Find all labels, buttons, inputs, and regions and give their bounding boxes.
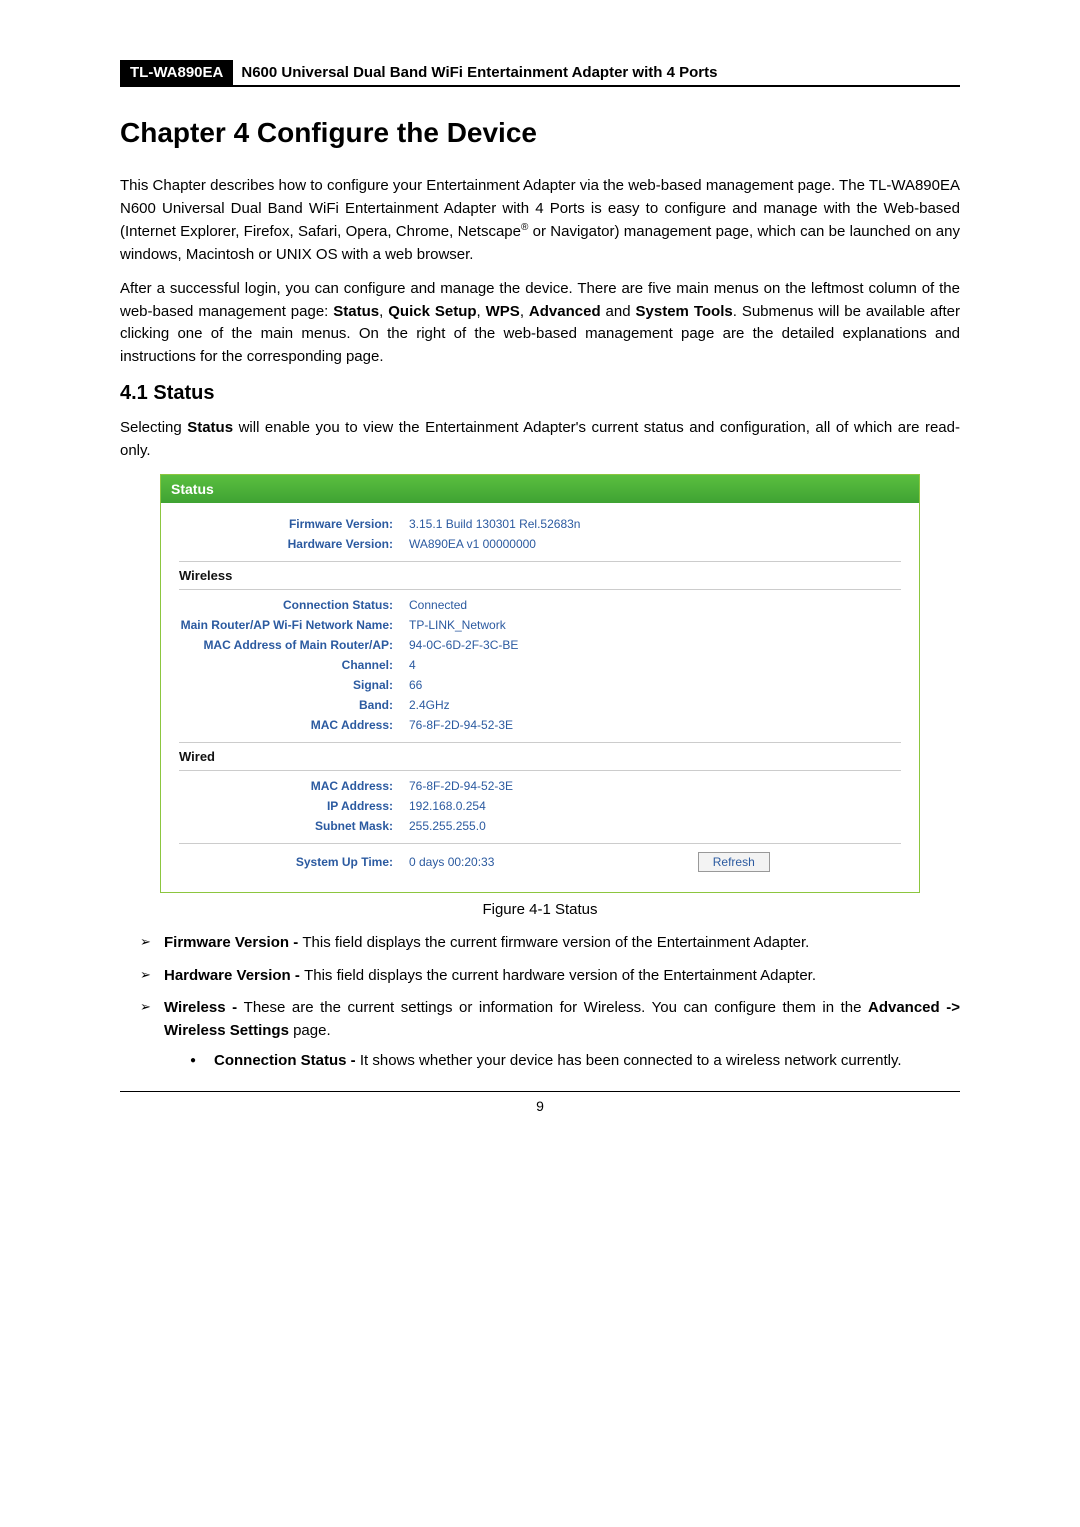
row-hardware: Hardware Version: WA890EA v1 00000000 (179, 537, 901, 551)
hardware-rest: This field displays the current hardware… (304, 967, 816, 984)
bullet-list: Firmware Version - This field displays t… (120, 932, 960, 1073)
ip-value: 192.168.0.254 (409, 799, 901, 813)
conn-label: Connection Status: (179, 598, 409, 612)
uptime-text: 0 days 00:20:33 (409, 855, 494, 869)
row-wired-mac: MAC Address: 76-8F-2D-94-52-3E (179, 779, 901, 793)
wireless-subhead: Wireless (179, 561, 901, 590)
row-mask: Subnet Mask: 255.255.255.0 (179, 819, 901, 833)
firmware-label: Firmware Version: (179, 517, 409, 531)
chan-label: Channel: (179, 658, 409, 672)
wmac-label: MAC Address: (179, 779, 409, 793)
header-title: N600 Universal Dual Band WiFi Entertainm… (233, 60, 717, 83)
status-panel-title: Status (161, 475, 919, 503)
hardware-bold: Hardware Version - (164, 967, 304, 984)
section-title: 4.1 Status (120, 382, 960, 405)
mac-value: 76-8F-2D-94-52-3E (409, 718, 901, 732)
hardware-label: Hardware Version: (179, 537, 409, 551)
status-panel: Status Firmware Version: 3.15.1 Build 13… (160, 474, 920, 893)
bullet-wireless: Wireless - These are the current setting… (140, 997, 960, 1073)
sub-bullet-conn: Connection Status - It shows whether you… (190, 1050, 960, 1073)
chapter-title: Chapter 4 Configure the Device (120, 117, 960, 149)
macap-label: MAC Address of Main Router/AP: (179, 638, 409, 652)
band-label: Band: (179, 698, 409, 712)
status-panel-body: Firmware Version: 3.15.1 Build 130301 Re… (161, 503, 919, 892)
mask-value: 255.255.255.0 (409, 819, 901, 833)
ip-label: IP Address: (179, 799, 409, 813)
uptime-value: 0 days 00:20:33 Refresh (409, 852, 901, 872)
signal-label: Signal: (179, 678, 409, 692)
band-value: 2.4GHz (409, 698, 901, 712)
page-header: TL-WA890EA N600 Universal Dual Band WiFi… (120, 60, 960, 87)
mainap-label: Main Router/AP Wi-Fi Network Name: (179, 618, 409, 632)
row-signal: Signal: 66 (179, 678, 901, 692)
row-ip: IP Address: 192.168.0.254 (179, 799, 901, 813)
conn-bold: Connection Status - (214, 1052, 360, 1069)
row-mac: MAC Address: 76-8F-2D-94-52-3E (179, 718, 901, 732)
refresh-button[interactable]: Refresh (698, 852, 770, 872)
sub-bullet-list: Connection Status - It shows whether you… (164, 1050, 960, 1073)
bullet-hardware: Hardware Version - This field displays t… (140, 965, 960, 988)
firmware-rest: This field displays the current firmware… (302, 934, 809, 951)
conn-rest: It shows whether your device has been co… (360, 1052, 902, 1069)
mac-label: MAC Address: (179, 718, 409, 732)
wmac-value: 76-8F-2D-94-52-3E (409, 779, 901, 793)
chapter-para-1: This Chapter describes how to configure … (120, 175, 960, 266)
wireless-bold: Wireless - (164, 999, 244, 1016)
hardware-value: WA890EA v1 00000000 (409, 537, 901, 551)
firmware-bold: Firmware Version - (164, 934, 302, 951)
page-number: 9 (120, 1091, 960, 1114)
row-uptime: System Up Time: 0 days 00:20:33 Refresh (179, 852, 901, 872)
mainap-value: TP-LINK_Network (409, 618, 901, 632)
model-badge: TL-WA890EA (120, 60, 233, 85)
row-connection: Connection Status: Connected (179, 598, 901, 612)
wireless-rest: These are the current settings or inform… (244, 999, 868, 1016)
row-macap: MAC Address of Main Router/AP: 94-0C-6D-… (179, 638, 901, 652)
uptime-label: System Up Time: (179, 855, 409, 869)
chan-value: 4 (409, 658, 901, 672)
firmware-value: 3.15.1 Build 130301 Rel.52683n (409, 517, 901, 531)
section-intro: Selecting Status will enable you to view… (120, 417, 960, 462)
row-band: Band: 2.4GHz (179, 698, 901, 712)
row-mainap: Main Router/AP Wi-Fi Network Name: TP-LI… (179, 618, 901, 632)
divider (179, 843, 901, 844)
conn-value: Connected (409, 598, 901, 612)
bullet-firmware: Firmware Version - This field displays t… (140, 932, 960, 955)
chapter-para-2: After a successful login, you can config… (120, 278, 960, 368)
signal-value: 66 (409, 678, 901, 692)
row-channel: Channel: 4 (179, 658, 901, 672)
row-firmware: Firmware Version: 3.15.1 Build 130301 Re… (179, 517, 901, 531)
macap-value: 94-0C-6D-2F-3C-BE (409, 638, 901, 652)
mask-label: Subnet Mask: (179, 819, 409, 833)
wired-subhead: Wired (179, 742, 901, 771)
wireless-rest2: page. (289, 1022, 331, 1039)
figure-caption: Figure 4-1 Status (120, 901, 960, 918)
